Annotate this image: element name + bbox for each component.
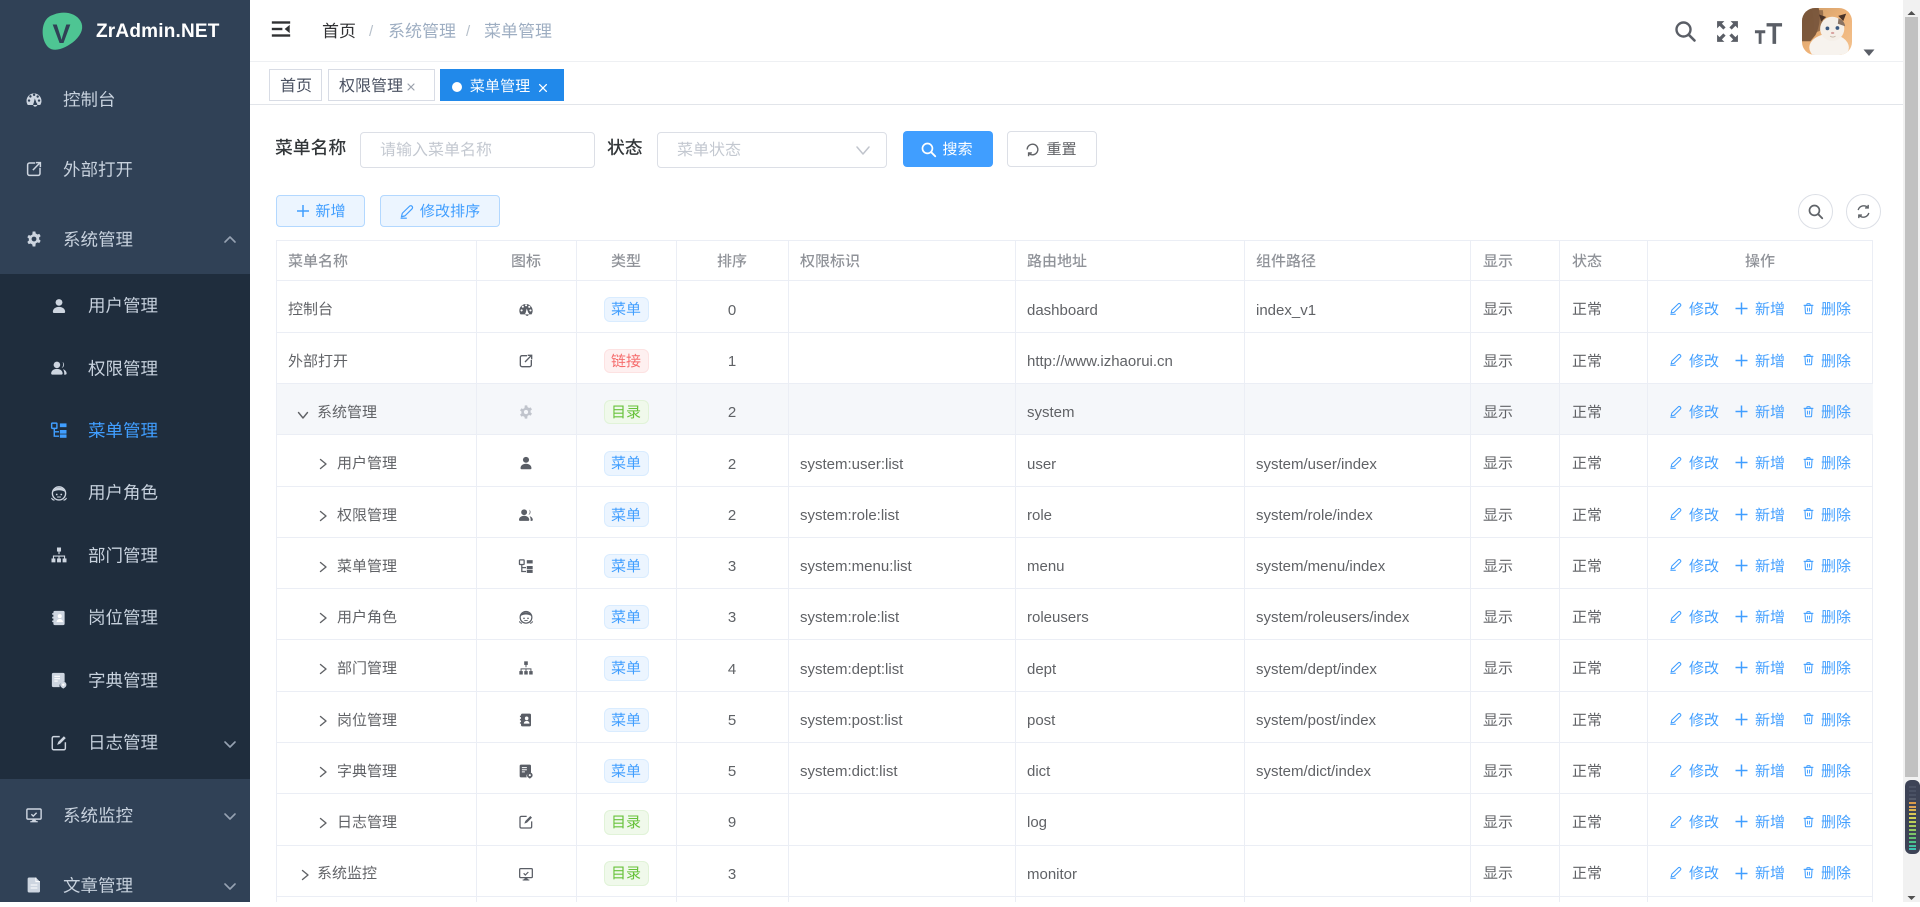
svg-text:V: V [52, 19, 70, 49]
